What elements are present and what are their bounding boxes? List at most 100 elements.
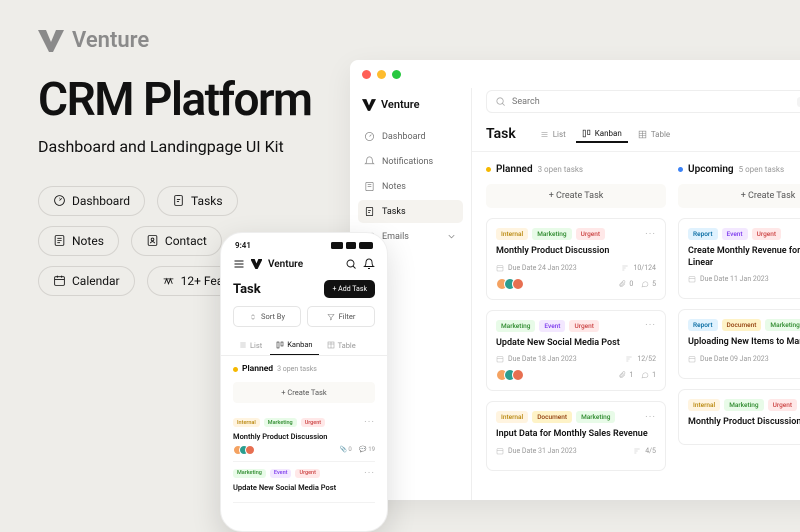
filter-button[interactable]: Filter <box>307 306 375 327</box>
feature-pill: Tasks <box>157 186 238 216</box>
window-titlebar <box>350 60 800 88</box>
more-icon[interactable]: ··· <box>645 412 656 423</box>
sidebar-item-tasks[interactable]: Tasks <box>358 200 463 223</box>
avatar-stack <box>496 369 524 381</box>
tag: Event <box>539 320 565 332</box>
mobile-task-card[interactable]: MarketingEventUrgent···Update New Social… <box>233 462 375 503</box>
tag: Internal <box>496 411 528 423</box>
feature-pill: Notes <box>38 226 119 256</box>
sidebar-item-notifications[interactable]: Notifications <box>358 150 463 173</box>
tag: Urgent <box>301 418 325 427</box>
tag: Document <box>532 411 572 423</box>
column-planned: Planned3 open tasks + Create Task Intern… <box>486 164 666 481</box>
tag: Internal <box>496 228 528 240</box>
task-title: Monthly Product Discussion <box>233 432 375 442</box>
tag: Urgent <box>569 320 598 332</box>
menu-icon[interactable] <box>233 258 245 270</box>
subtask-icon <box>633 447 641 455</box>
comment-icon <box>641 280 649 288</box>
mobile-page-title: Task <box>233 282 261 297</box>
tag: Internal <box>233 418 260 427</box>
tag: Marketing <box>724 399 763 411</box>
tag: Marketing <box>496 320 535 332</box>
more-icon[interactable]: ··· <box>364 417 375 428</box>
subtask-icon <box>621 264 629 272</box>
column-count: 3 open tasks <box>538 165 583 174</box>
view-kanban[interactable]: Kanban <box>576 125 628 143</box>
calendar-icon <box>496 355 504 363</box>
close-icon[interactable] <box>362 70 371 79</box>
mobile-task-card[interactable]: InternalMarketingUrgent···Monthly Produc… <box>233 411 375 462</box>
task-card[interactable]: ReportEventUrgent···Create Monthly Reven… <box>678 218 800 299</box>
avatar <box>512 278 524 290</box>
tag: Event <box>722 228 748 240</box>
avatar-stack <box>496 278 524 290</box>
create-task-button[interactable]: + Create Task <box>486 184 666 208</box>
tag: Marketing <box>576 411 615 423</box>
mobile-window: 9:41 Venture Task + Add Task Sort By Fil… <box>220 232 388 532</box>
search-field[interactable] <box>512 97 791 107</box>
comment-icon <box>641 371 649 379</box>
calendar-icon <box>688 275 696 283</box>
bell-icon[interactable] <box>363 258 375 270</box>
mobile-view-table[interactable]: Table <box>321 335 362 355</box>
create-task-button[interactable]: + Create Task <box>678 184 800 208</box>
maximize-icon[interactable] <box>392 70 401 79</box>
hero-subtitle: Dashboard and Landingpage UI Kit <box>38 136 318 158</box>
mobile-statusbar: 9:41 <box>221 233 387 254</box>
task-card[interactable]: ReportDocumentMarketing···Uploading New … <box>678 309 800 379</box>
attachment-icon <box>618 280 626 288</box>
avatar-stack <box>233 445 255 455</box>
feature-pill: Dashboard <box>38 186 145 216</box>
sidebar-item-notes[interactable]: Notes <box>358 175 463 198</box>
status-dot-icon <box>678 167 683 172</box>
attachment-icon <box>618 371 626 379</box>
avatar <box>512 369 524 381</box>
mobile-view-list[interactable]: List <box>233 335 268 355</box>
brand: Venture <box>38 28 318 53</box>
more-icon[interactable]: ··· <box>645 229 656 240</box>
tag: Marketing <box>532 228 571 240</box>
view-list[interactable]: List <box>534 126 572 143</box>
search-icon[interactable] <box>345 258 357 270</box>
task-title: Monthly Product Discussion <box>688 417 800 429</box>
task-card[interactable]: Marketing Event Urgent ··· Update New Social… <box>486 310 666 392</box>
search-input[interactable]: ⌘F <box>486 90 800 113</box>
task-card[interactable]: InternalMarketingUrgent···Monthly Produc… <box>486 218 666 300</box>
hero-title: CRM Platform <box>38 77 318 124</box>
pill-icon <box>53 274 66 287</box>
brand-logo-icon <box>251 259 262 269</box>
pill-icon <box>53 194 66 207</box>
avatar <box>245 445 255 455</box>
minimize-icon[interactable] <box>377 70 386 79</box>
desktop-window: Venture DashboardNotificationsNotesTasks… <box>350 60 800 500</box>
tag: Marketing <box>765 319 800 331</box>
task-card[interactable]: InternalMarketingUrgent···Monthly Produc… <box>678 389 800 445</box>
column-name: Upcoming <box>688 164 734 175</box>
brand-logo-icon <box>38 30 64 52</box>
task-title: Update New Social Media Post <box>496 338 656 350</box>
sidebar-brand: Venture <box>358 98 463 111</box>
search-icon <box>495 96 506 107</box>
task-title: Input Data for Monthly Sales Revenue <box>496 429 656 441</box>
task-title: Update New Social Media Post <box>233 483 375 493</box>
status-dot-icon <box>233 367 238 372</box>
mobile-view-kanban[interactable]: Kanban <box>270 335 318 355</box>
add-task-button[interactable]: + Add Task <box>324 280 375 298</box>
sidebar-item-dashboard[interactable]: Dashboard <box>358 125 463 148</box>
tag: Marketing <box>233 469 266 478</box>
page-title: Task <box>486 126 516 142</box>
sort-button[interactable]: Sort By <box>233 306 301 327</box>
task-card[interactable]: Internal Document Marketing ··· Input Data f… <box>486 401 666 471</box>
tag: Report <box>688 228 718 240</box>
tag: Urgent <box>752 228 781 240</box>
mobile-create-task-button[interactable]: + Create Task <box>233 382 375 403</box>
pill-icon <box>172 194 185 207</box>
tag: Urgent <box>576 228 605 240</box>
subtask-icon <box>625 355 633 363</box>
feature-pill: Calendar <box>38 266 135 296</box>
mobile-column-name: Planned <box>242 364 273 374</box>
more-icon[interactable]: ··· <box>645 320 656 331</box>
more-icon[interactable]: ··· <box>364 468 375 479</box>
view-table[interactable]: Table <box>632 126 676 143</box>
